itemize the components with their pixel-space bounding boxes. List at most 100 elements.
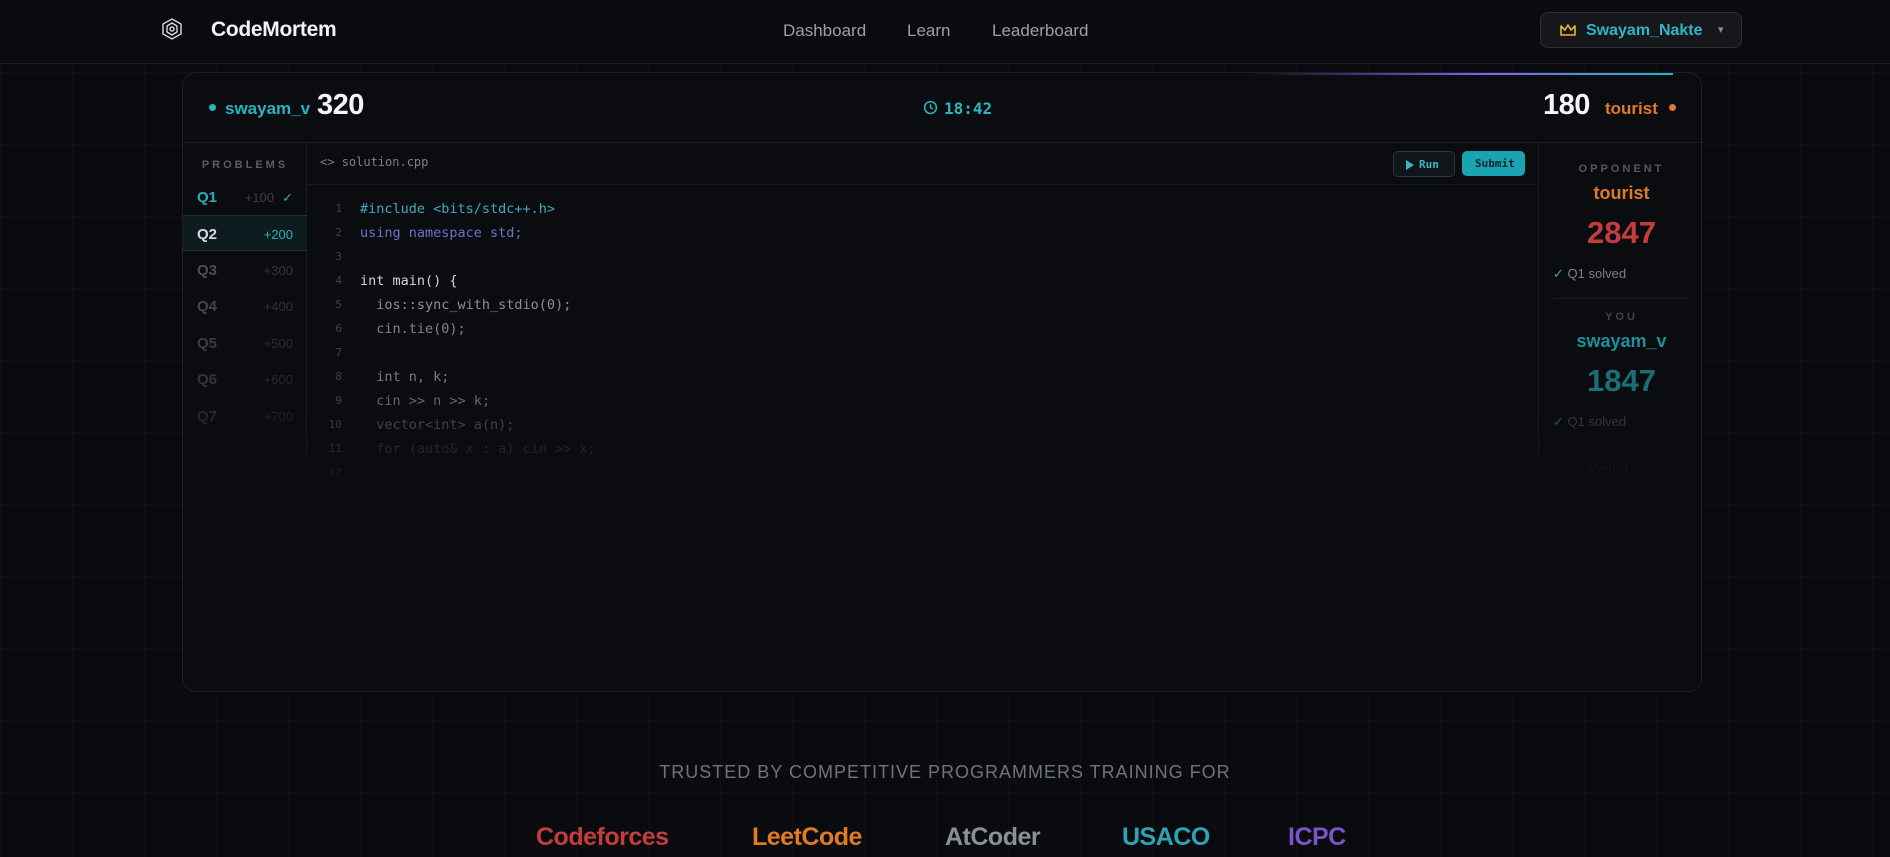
line-text: cin.tie(0); — [360, 321, 466, 337]
problem-id: Q2 — [197, 226, 218, 243]
problem-id: Q6 — [197, 371, 218, 388]
line-number: 2 — [335, 226, 342, 239]
code-line: 11 for (auto& x : a) cin >> x; — [308, 439, 1538, 463]
you-rating: 1847 — [1587, 363, 1656, 398]
file-name: solution.cpp — [341, 155, 429, 169]
line-text: using namespace std; — [360, 225, 523, 241]
problem-item-q4[interactable]: Q4 +400 — [183, 288, 307, 324]
line-number: 1 — [335, 202, 342, 215]
code-line: 5 ios::sync_with_stdio(0); — [308, 295, 1538, 319]
line-number: 3 — [335, 250, 342, 263]
file-tab[interactable]: <> solution.cpp — [320, 155, 428, 169]
line-text: int main() { — [360, 273, 458, 289]
code-line: 7 — [308, 343, 1538, 367]
verdict-text: Accepted — [1596, 485, 1652, 500]
user-name: Swayam_Nakte — [1586, 22, 1703, 39]
problem-item-q6[interactable]: Q6 +600 — [183, 361, 307, 397]
you-status-text: Q1 solved — [1567, 414, 1627, 429]
line-text: for (auto& x : a) cin >> x; — [360, 441, 596, 457]
opponent-label: OPPONENT — [1578, 163, 1665, 175]
problem-item-q3[interactable]: Q3 +300 — [183, 252, 307, 288]
line-number: 13 — [328, 490, 342, 503]
line-text: #include <bits/stdc++.h> — [360, 201, 556, 217]
line-number: 10 — [328, 418, 342, 431]
problems-sidebar: PROBLEMS Q1 +100 ✓ Q2 +200 Q3 +300 Q4 +4… — [183, 143, 307, 691]
line-number: 9 — [335, 394, 342, 407]
you-label: YOU — [1605, 311, 1638, 323]
player-status-dot — [209, 104, 216, 111]
opponent-score: 180 — [1543, 89, 1590, 121]
code-line: 9 cin >> n >> k; — [308, 391, 1538, 415]
code-line: 2 using namespace std; — [308, 223, 1538, 247]
line-number: 7 — [335, 346, 342, 359]
chevron-down-icon: ▾ — [1718, 24, 1724, 36]
submit-button[interactable]: Submit — [1462, 151, 1525, 176]
problem-id: Q4 — [197, 298, 218, 315]
brand-usaco: USACO — [1122, 823, 1210, 851]
user-menu-button[interactable]: Swayam_Nakte ▾ — [1540, 12, 1742, 48]
verdict-label: Verdict — [1589, 461, 1629, 476]
player-name: swayam_v — [225, 99, 311, 118]
problem-item-q1[interactable]: Q1 +100 ✓ — [183, 179, 307, 215]
nav-link-leaderboard[interactable]: Leaderboard — [992, 21, 1088, 41]
check-icon: ✓ — [1583, 485, 1594, 500]
code-line: 12 — [308, 463, 1538, 487]
opponent-name: tourist — [1605, 99, 1658, 118]
code-line: 10 vector<int> a(n); — [308, 415, 1538, 439]
you-status: ✓ Q1 solved — [1553, 414, 1626, 430]
problem-points: +400 — [263, 299, 293, 314]
opponent-panel-name: tourist — [1593, 183, 1650, 203]
problem-id: Q7 — [197, 408, 218, 425]
opponent-rating: 2847 — [1587, 215, 1656, 250]
match-panel: swayam_v 320 18:42 180 tourist PROBLEMS … — [182, 72, 1702, 692]
brand-leetcode: LeetCode — [752, 823, 862, 851]
player-score: 320 — [317, 89, 364, 121]
problem-points: +300 — [263, 263, 293, 278]
play-icon — [1406, 160, 1414, 170]
opponent-status: ✓ Q1 solved — [1553, 266, 1626, 282]
line-number: 4 — [335, 274, 342, 287]
problem-id: Q1 — [197, 189, 218, 206]
problem-points: +700 — [263, 409, 293, 424]
editor-toolbar: <> solution.cpp Run Submit — [308, 143, 1538, 185]
divider — [1553, 298, 1690, 299]
problem-item-q5[interactable]: Q5 +500 — [183, 325, 307, 361]
code-line: 6 cin.tie(0); — [308, 319, 1538, 343]
line-text: cin >> n >> k; — [360, 393, 491, 409]
top-nav: CodeMortem Dashboard Learn Leaderboard S… — [0, 0, 1890, 64]
problem-id: Q3 — [197, 262, 218, 279]
line-text: int n, k; — [360, 369, 450, 385]
problem-points: +100 — [244, 190, 274, 205]
score-bar: swayam_v 320 18:42 180 tourist — [183, 73, 1701, 143]
line-number: 5 — [335, 298, 342, 311]
problem-points: +600 — [263, 372, 293, 387]
check-icon: ✓ — [282, 190, 293, 205]
code-editor[interactable]: <> solution.cpp Run Submit 1 #include <bi… — [308, 143, 1538, 691]
line-number: 8 — [335, 370, 342, 383]
line-number: 12 — [328, 466, 342, 479]
run-button[interactable]: Run — [1393, 151, 1455, 177]
code-line: 3 — [308, 247, 1538, 271]
check-icon: ✓ — [1553, 266, 1564, 281]
problems-title: PROBLEMS — [201, 159, 289, 171]
clock-icon — [923, 100, 938, 115]
nav-link-learn[interactable]: Learn — [907, 21, 950, 41]
logo-icon[interactable] — [160, 17, 184, 41]
logo-text[interactable]: CodeMortem — [211, 18, 337, 42]
you-panel-name: swayam_v — [1576, 331, 1667, 351]
crown-icon — [1560, 24, 1576, 36]
problem-points: +500 — [263, 336, 293, 351]
opponent-status-text: Q1 solved — [1567, 266, 1627, 281]
problem-item-q7[interactable]: Q7 +700 — [183, 398, 307, 434]
nav-link-dashboard[interactable]: Dashboard — [783, 21, 866, 41]
run-label: Run — [1419, 158, 1439, 171]
problem-item-q2[interactable]: Q2 +200 — [183, 215, 307, 251]
code-lines[interactable]: 1 #include <bits/stdc++.h> 2 using namespa… — [308, 199, 1538, 511]
problem-id: Q5 — [197, 335, 218, 352]
brand-atcoder: AtCoder — [945, 823, 1041, 851]
opponent-status-dot — [1669, 104, 1676, 111]
line-number: 11 — [328, 442, 342, 455]
line-number: 6 — [335, 322, 342, 335]
code-line: 1 #include <bits/stdc++.h> — [308, 199, 1538, 223]
code-line: 13 sort(a.begin(), a.end()); — [308, 487, 1538, 511]
